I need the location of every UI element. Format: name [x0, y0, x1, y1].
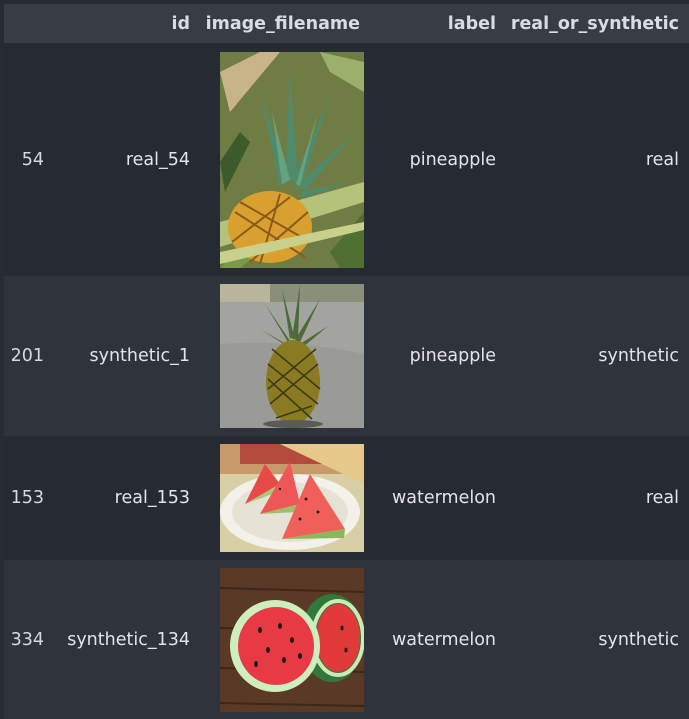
row-index: 201 [10, 346, 44, 366]
cell-real-or-synthetic: synthetic [598, 629, 679, 650]
cell-label: watermelon [391, 629, 496, 650]
cell-image [200, 276, 370, 436]
cell-id: synthetic_134 [67, 629, 190, 650]
cell-image [200, 560, 370, 719]
table-header-row: id image_filename label real_or_syntheti… [4, 4, 689, 43]
watermelon-photo-icon [220, 567, 364, 712]
cell-id: real_54 [125, 149, 190, 170]
cell-label: watermelon [391, 488, 496, 508]
data-table: id image_filename label real_or_syntheti… [4, 4, 689, 719]
cell-image [200, 43, 370, 276]
column-header-label[interactable]: label [370, 4, 506, 43]
row-index: 153 [10, 488, 44, 508]
pineapple-photo-icon [220, 51, 364, 268]
cell-real-or-synthetic: real [645, 149, 679, 170]
column-header-image-filename[interactable]: image_filename [200, 4, 370, 43]
row-index: 54 [21, 149, 44, 170]
watermelon-photo-icon [220, 444, 364, 552]
cell-id: synthetic_1 [89, 346, 190, 366]
table-row: 54 real_54 pineapple real [4, 43, 689, 276]
cell-real-or-synthetic: real [645, 488, 679, 508]
cell-id: real_153 [114, 488, 190, 508]
dataframe-view: id image_filename label real_or_syntheti… [0, 0, 689, 719]
table-row: 201 synthetic_1 pineapple synthetic [4, 276, 689, 436]
column-header-real-or-synthetic[interactable]: real_or_synthetic [506, 4, 689, 43]
table-row: 153 real_153 watermelon real [4, 436, 689, 560]
column-header-id[interactable]: id [54, 4, 200, 43]
pineapple-photo-icon [220, 284, 364, 428]
cell-real-or-synthetic: synthetic [598, 346, 679, 366]
table-row: 334 synthetic_134 watermelon synthetic [4, 560, 689, 719]
cell-image [200, 436, 370, 560]
cell-label: pineapple [409, 149, 496, 170]
row-index: 334 [10, 629, 44, 650]
cell-label: pineapple [409, 346, 496, 366]
index-header [4, 4, 54, 43]
